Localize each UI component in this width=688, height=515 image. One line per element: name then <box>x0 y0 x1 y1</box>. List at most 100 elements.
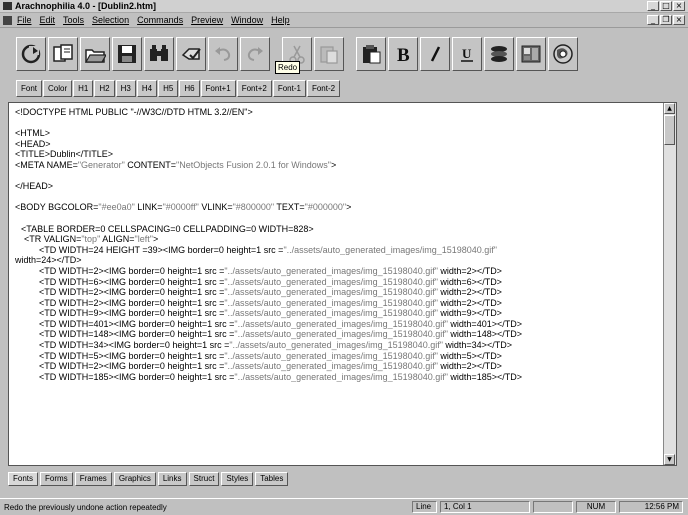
h6-button[interactable]: H6 <box>179 80 200 97</box>
doc-close-button[interactable]: × <box>673 15 685 25</box>
tab-struct[interactable]: Struct <box>188 472 220 486</box>
scroll-thumb[interactable] <box>664 115 675 145</box>
code-line: <TR VALIGN="top" ALIGN="left"> <box>24 234 159 245</box>
clipboard-icon[interactable] <box>356 37 386 71</box>
code-line: <TD WIDTH=2><IMG border=0 height=1 src =… <box>39 265 502 276</box>
menu-list: File Edit Tools Selection Commands Previ… <box>17 15 290 25</box>
tab-links[interactable]: Links <box>157 472 187 486</box>
font-plus2-button[interactable]: Font+2 <box>236 80 272 97</box>
copy-page-icon[interactable] <box>16 37 46 71</box>
bold-icon[interactable]: B <box>388 37 418 71</box>
vertical-scrollbar[interactable]: ▲ ▼ <box>663 103 676 465</box>
status-line-label: Line <box>412 501 437 513</box>
status-bar: Redo the previously undone action repeat… <box>0 498 688 515</box>
td-rows: <TD WIDTH=2><IMG border=0 height=1 src =… <box>15 266 663 383</box>
menu-window[interactable]: Window <box>231 15 263 25</box>
document-icon[interactable] <box>3 16 12 25</box>
svg-text:B: B <box>397 45 410 65</box>
font-minus2-button[interactable]: Font-2 <box>306 80 341 97</box>
code-line: <TD WIDTH=2><IMG border=0 height=1 src =… <box>39 361 502 372</box>
code-line: width=24></TD> <box>15 255 82 266</box>
code-line: <TD WIDTH=34><IMG border=0 height=1 src … <box>39 340 512 351</box>
code-line: <TD WIDTH=5><IMG border=0 height=1 src =… <box>39 350 502 361</box>
color-button[interactable]: Color <box>43 80 73 97</box>
menu-edit[interactable]: Edit <box>40 15 56 25</box>
code-line: <TD WIDTH=185><IMG border=0 height=1 src… <box>39 371 522 382</box>
list-icon[interactable] <box>484 37 514 71</box>
scroll-up-icon[interactable]: ▲ <box>664 103 675 114</box>
spellcheck-icon[interactable] <box>176 37 206 71</box>
code-line: <TABLE BORDER=0 CELLSPACING=0 CELLPADDIN… <box>21 223 314 234</box>
minimize-button[interactable]: _ <box>647 1 659 11</box>
code-line: <TD WIDTH=9><IMG border=0 height=1 src =… <box>39 308 502 319</box>
code-line: <TD WIDTH=148><IMG border=0 height=1 src… <box>39 329 522 340</box>
menu-file[interactable]: File <box>17 15 32 25</box>
app-icon[interactable] <box>3 2 12 10</box>
code-line: <HTML> <box>15 128 51 139</box>
menu-selection[interactable]: Selection <box>92 15 129 25</box>
menu-commands[interactable]: Commands <box>137 15 183 25</box>
open-icon[interactable] <box>80 37 110 71</box>
font-button[interactable]: Font <box>16 80 43 97</box>
code-line: <TITLE>Dublin</TITLE> <box>15 149 114 160</box>
undo-icon[interactable] <box>208 37 238 71</box>
browser-icon[interactable] <box>548 37 578 71</box>
main-toolbar: B U <box>0 28 688 76</box>
doc-minimize-button[interactable]: _ <box>647 15 659 25</box>
code-editor[interactable]: <!DOCTYPE HTML PUBLIC "-//W3C//DTD HTML … <box>8 102 677 466</box>
status-line-col: 1, Col 1 <box>440 501 530 513</box>
h4-button[interactable]: H4 <box>136 80 158 97</box>
code-text[interactable]: <!DOCTYPE HTML PUBLIC "-//W3C//DTD HTML … <box>15 107 663 382</box>
code-line: <BODY BGCOLOR="#ee0a0" LINK="#0000ff" VL… <box>15 202 352 213</box>
copy-icon[interactable] <box>48 37 78 71</box>
window-controls: _ □ × <box>647 1 685 11</box>
tab-frames[interactable]: Frames <box>74 472 112 486</box>
tab-styles[interactable]: Styles <box>221 472 254 486</box>
code-line: <TD WIDTH=24 HEIGHT =39><IMG border=0 he… <box>39 244 497 255</box>
menu-bar: File Edit Tools Selection Commands Previ… <box>0 13 688 28</box>
menu-preview[interactable]: Preview <box>191 15 223 25</box>
menu-tools[interactable]: Tools <box>63 15 84 25</box>
code-line: <TD WIDTH=6><IMG border=0 height=1 src =… <box>39 276 502 287</box>
font-plus1-button[interactable]: Font+1 <box>200 80 236 97</box>
font-minus1-button[interactable]: Font-1 <box>272 80 306 97</box>
redo-icon[interactable] <box>240 37 270 71</box>
title-bar: Arachnophilia 4.0 - [Dublin2.htm] _ □ × <box>0 0 688 13</box>
tag-group-tabs: Fonts Forms Frames Graphics Links Struct… <box>8 472 290 486</box>
tag-toolbar: Font Color H1 H2 H3 H4 H5 H6 Font+1 Font… <box>16 80 341 97</box>
scroll-down-icon[interactable]: ▼ <box>664 454 675 465</box>
h3-button[interactable]: H3 <box>115 80 136 97</box>
tab-tables[interactable]: Tables <box>255 472 289 486</box>
code-line: </HEAD> <box>15 181 54 192</box>
tab-forms[interactable]: Forms <box>40 472 73 486</box>
menu-help[interactable]: Help <box>271 15 290 25</box>
tab-fonts[interactable]: Fonts <box>8 472 39 486</box>
h1-button[interactable]: H1 <box>73 80 94 97</box>
find-icon[interactable] <box>144 37 174 71</box>
close-button[interactable]: × <box>673 1 685 11</box>
status-time: 12:56 PM <box>619 501 683 513</box>
status-blank <box>533 501 573 513</box>
image-icon[interactable] <box>516 37 546 71</box>
h2-button[interactable]: H2 <box>94 80 115 97</box>
doc-restore-button[interactable]: ❐ <box>660 15 672 25</box>
code-line: <TD WIDTH=401><IMG border=0 height=1 src… <box>39 318 522 329</box>
code-line: <TD WIDTH=2><IMG border=0 height=1 src =… <box>39 287 502 298</box>
svg-text:U: U <box>462 46 472 61</box>
paste-icon[interactable] <box>314 37 344 71</box>
code-line: <META NAME="Generator" CONTENT="NetObjec… <box>15 159 337 170</box>
document-window-controls: _ ❐ × <box>647 15 685 25</box>
underline-icon[interactable]: U <box>452 37 482 71</box>
tooltip: Redo <box>275 61 301 74</box>
h5-button[interactable]: H5 <box>158 80 179 97</box>
code-line: <HEAD> <box>15 138 51 149</box>
italic-icon[interactable] <box>420 37 450 71</box>
status-message: Redo the previously undone action repeat… <box>4 503 167 512</box>
window-title: Arachnophilia 4.0 - [Dublin2.htm] <box>15 1 157 11</box>
tab-graphics[interactable]: Graphics <box>113 472 156 486</box>
code-line: <TD WIDTH=2><IMG border=0 height=1 src =… <box>39 297 502 308</box>
status-num: NUM <box>576 501 616 513</box>
code-line: <!DOCTYPE HTML PUBLIC "-//W3C//DTD HTML … <box>15 107 253 117</box>
maximize-button[interactable]: □ <box>660 1 672 11</box>
save-icon[interactable] <box>112 37 142 71</box>
